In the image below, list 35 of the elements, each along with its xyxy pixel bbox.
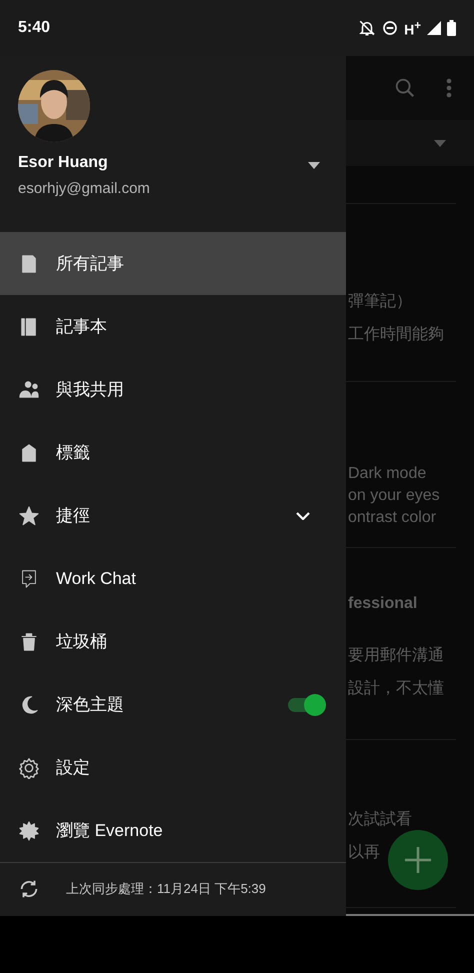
menu-item[interactable]: 垃圾桶	[0, 610, 346, 673]
note-text: 以再	[348, 842, 380, 863]
sync-icon[interactable]	[18, 878, 40, 900]
bell-off-icon	[358, 19, 376, 37]
note-text: 工作時間能夠	[348, 324, 444, 345]
signal-icon	[427, 21, 441, 35]
note-text: 要用郵件溝通	[348, 646, 444, 666]
search-icon[interactable]	[394, 77, 416, 99]
note-text: fessional	[348, 595, 418, 613]
menu-item[interactable]: 與我共用	[0, 358, 346, 421]
more-options-icon[interactable]	[446, 78, 452, 98]
menu-item[interactable]: 設定	[0, 736, 346, 799]
menu-item[interactable]: 標籤	[0, 421, 346, 484]
chevron-icon[interactable]	[296, 512, 310, 520]
note-text: 設計，不太懂	[348, 678, 444, 699]
account-name: Esor Huang	[18, 154, 109, 172]
menu-item[interactable]: 所有記事	[0, 232, 346, 295]
note-text: 彈筆記）	[348, 292, 412, 312]
plus-icon	[405, 847, 431, 873]
menu-item[interactable]: 記事本	[0, 295, 346, 358]
network-type: H$^{+}$	[404, 18, 421, 38]
note-text: Dark mode	[348, 465, 426, 483]
note-text: 次試試看	[348, 810, 412, 830]
last-sync-text: 上次同步處理：11月24日 下午5:39	[66, 880, 266, 898]
account-email: esorhjy@gmail.com	[18, 180, 150, 197]
menu-item[interactable]: 瀏覽 Evernote	[0, 799, 346, 862]
menu-item[interactable]: Work Chat	[0, 547, 346, 610]
menu-item[interactable]: 深色主題	[0, 673, 346, 736]
dropdown-caret-icon[interactable]	[308, 162, 320, 169]
battery-icon	[447, 20, 456, 36]
do-not-disturb-icon	[382, 20, 398, 36]
note-text: ontrast color	[348, 509, 436, 527]
menu-item[interactable]: 捷徑	[0, 484, 346, 547]
clock: 5:40	[18, 19, 50, 37]
note-text: on your eyes	[348, 487, 440, 505]
